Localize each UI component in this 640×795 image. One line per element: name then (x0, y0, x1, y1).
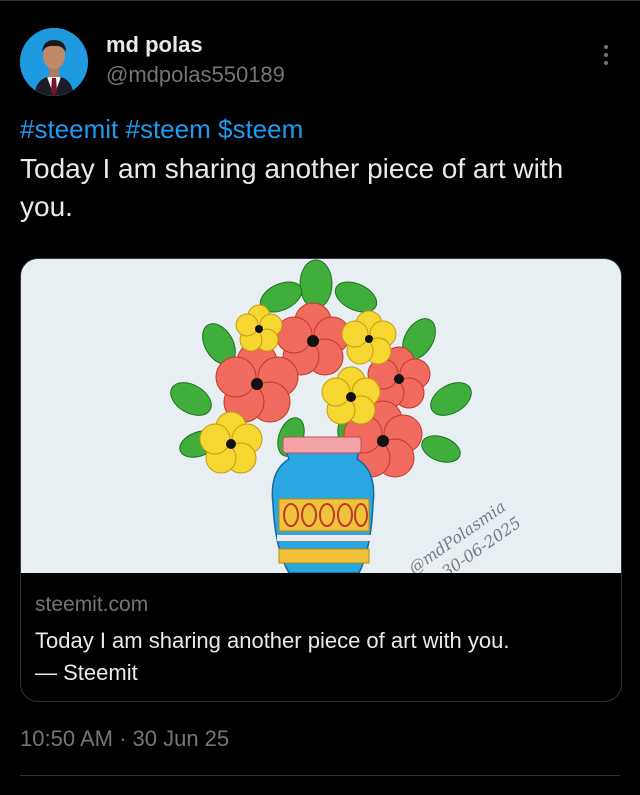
author-name[interactable]: md polas (106, 32, 203, 58)
avatar-photo (20, 28, 88, 96)
card-image[interactable]: @mdPolasmia 30-06-2025 (21, 259, 621, 581)
flower-vase-drawing: @mdPolasmia 30-06-2025 (21, 259, 621, 581)
avatar[interactable] (20, 28, 88, 96)
card-title: Today I am sharing another piece of art … (35, 625, 595, 689)
author-handle[interactable]: @mdpolas550189 (106, 62, 285, 88)
hashtag-steem[interactable]: #steem (126, 114, 211, 144)
card-source: — Steemit (35, 660, 138, 685)
tweet-text: Today I am sharing another piece of art … (20, 153, 564, 222)
top-divider (0, 0, 640, 1)
cashtag-steem[interactable]: $steem (218, 114, 303, 144)
bottom-divider (20, 775, 620, 776)
hashtag-line: #steemit #steem $steem (20, 114, 303, 145)
tweet-time: 10:50 AM (20, 726, 113, 751)
tweet-date: 30 Jun 25 (132, 726, 230, 751)
timestamp-separator: · (112, 726, 133, 751)
card-title-text: Today I am sharing another piece of art … (35, 628, 510, 653)
card-domain: steemit.com (35, 593, 149, 616)
tweet-timestamp[interactable]: 10:50 AM · 30 Jun 25 (20, 726, 229, 752)
more-options-icon[interactable] (596, 42, 616, 72)
hashtag-steemit[interactable]: #steemit (20, 114, 118, 144)
link-card[interactable]: @mdPolasmia 30-06-2025 steemit.com Today… (20, 258, 622, 702)
